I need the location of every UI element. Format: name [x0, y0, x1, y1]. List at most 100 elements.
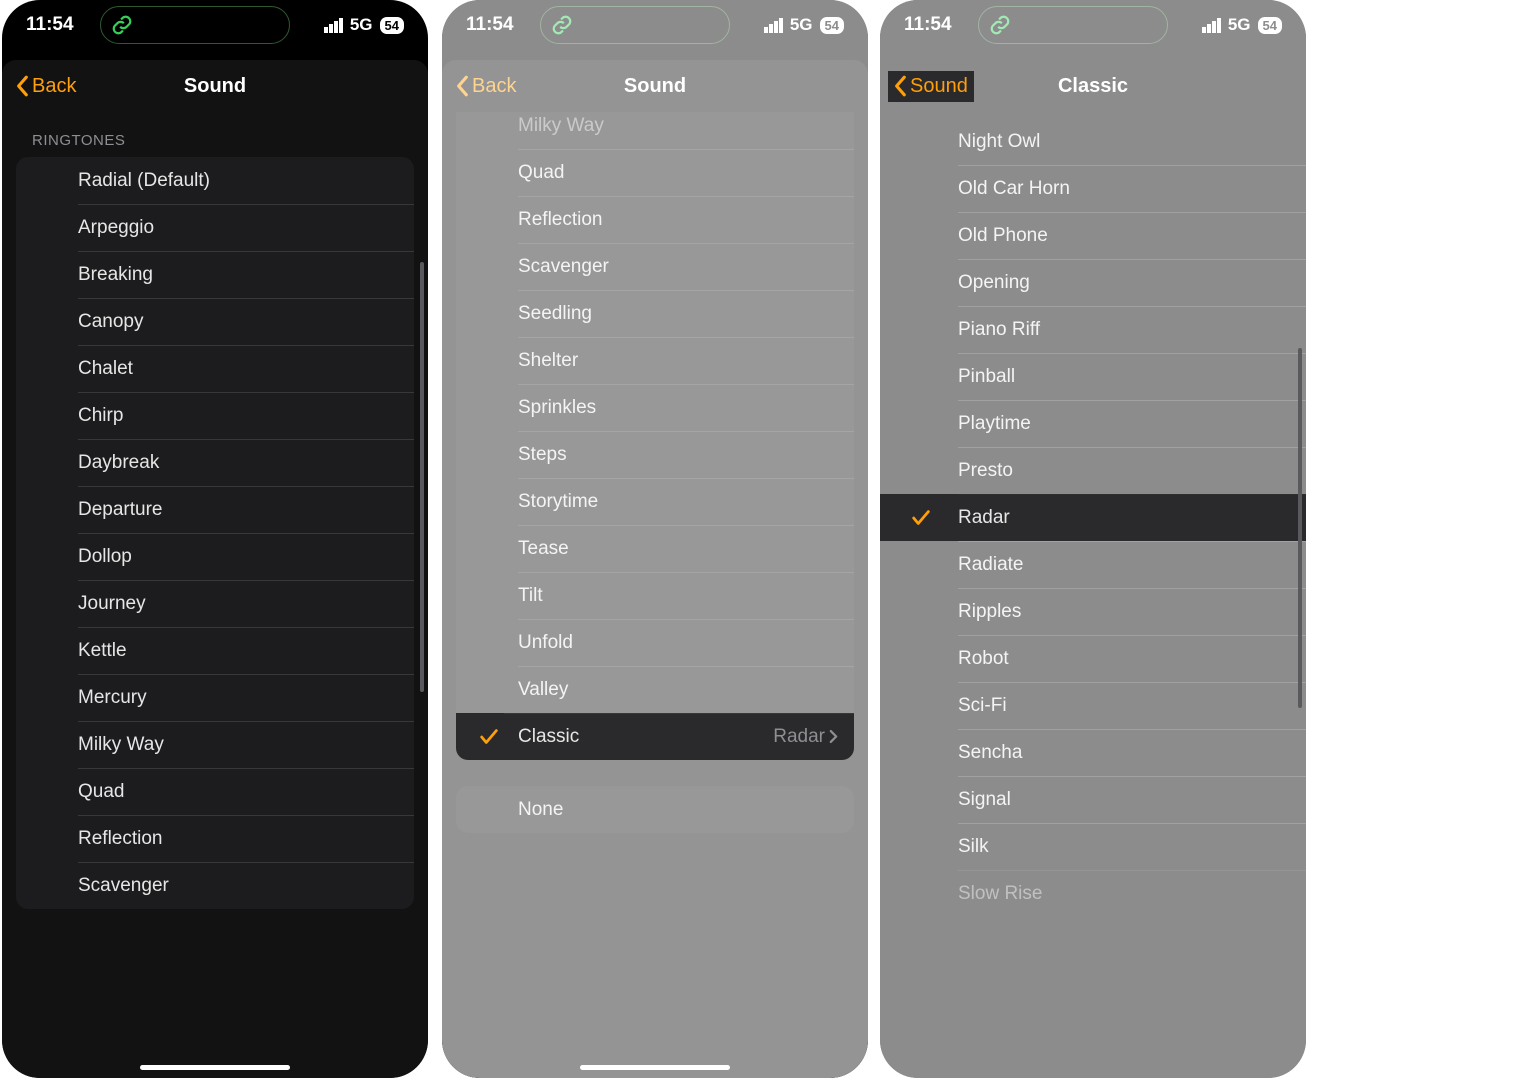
settings-sheet: Back Sound RINGTONES Radial (Default) Ar…	[2, 60, 428, 1078]
home-indicator[interactable]	[140, 1065, 290, 1070]
nav-bar: Back Sound	[2, 60, 428, 112]
classic-row[interactable]: Signal	[880, 776, 1306, 823]
classic-row[interactable]: Silk	[880, 823, 1306, 870]
ringtone-row[interactable]: Chirp	[16, 392, 414, 439]
ringtone-row[interactable]: Storytime	[456, 478, 854, 525]
home-indicator[interactable]	[580, 1065, 730, 1070]
ringtone-row[interactable]: Kettle	[16, 627, 414, 674]
classic-row[interactable]: Pinball	[880, 353, 1306, 400]
classic-row[interactable]: Playtime	[880, 400, 1306, 447]
link-icon	[111, 14, 133, 36]
ringtone-row[interactable]: Departure	[16, 486, 414, 533]
ringtone-row[interactable]: Quad	[456, 149, 854, 196]
ringtone-row[interactable]: Milky Way	[16, 721, 414, 768]
status-bar: 11:54 5G 54	[2, 0, 428, 50]
classic-row[interactable]: Sencha	[880, 729, 1306, 776]
ringtones-list: Radial (Default) Arpeggio Breaking Canop…	[16, 157, 414, 909]
ringtone-row[interactable]: Reflection	[16, 815, 414, 862]
chevron-left-icon	[894, 75, 908, 97]
ringtone-row[interactable]: Reflection	[456, 196, 854, 243]
ringtone-row[interactable]: Canopy	[16, 298, 414, 345]
battery-icon: 54	[820, 17, 844, 34]
phone-screen-2: 11:54 5G 54 Back Sound Milky Way Quad Re…	[442, 0, 868, 1078]
classic-row[interactable]: Opening	[880, 259, 1306, 306]
ringtone-row[interactable]: Sprinkles	[456, 384, 854, 431]
classic-row-selected[interactable]: Radar	[880, 494, 1306, 541]
section-header-ringtones: RINGTONES	[2, 112, 428, 157]
battery-icon: 54	[1258, 17, 1282, 34]
ringtone-row[interactable]: Tease	[456, 525, 854, 572]
status-bar: 11:54 5G 54	[880, 0, 1306, 50]
check-icon	[478, 726, 500, 748]
ringtone-row[interactable]: Unfold	[456, 619, 854, 666]
ringtone-row[interactable]: Quad	[16, 768, 414, 815]
nav-bar: Back Sound	[442, 60, 868, 112]
check-icon	[910, 507, 932, 529]
ringtone-row[interactable]: Daybreak	[16, 439, 414, 486]
classic-row[interactable]: Slow Rise	[880, 870, 1306, 917]
ringtone-row[interactable]: Steps	[456, 431, 854, 478]
classic-row[interactable]: Piano Riff	[880, 306, 1306, 353]
status-network: 5G	[350, 15, 373, 35]
ringtone-row[interactable]: Journey	[16, 580, 414, 627]
classic-row[interactable]: Robot	[880, 635, 1306, 682]
ringtone-row[interactable]: Seedling	[456, 290, 854, 337]
back-button[interactable]: Back	[450, 71, 522, 102]
chevron-left-icon	[16, 75, 30, 97]
battery-icon: 54	[380, 17, 404, 34]
ringtone-row[interactable]: Breaking	[16, 251, 414, 298]
ringtone-row[interactable]: Radial (Default)	[16, 157, 414, 204]
ringtone-row[interactable]: Scavenger	[456, 243, 854, 290]
signal-icon	[764, 18, 783, 33]
classic-label: Classic	[518, 726, 579, 748]
classic-row[interactable]: Sci-Fi	[880, 682, 1306, 729]
ringtone-row[interactable]: Tilt	[456, 572, 854, 619]
phone-screen-3: 11:54 5G 54 Sound Classic Night Owl Old …	[880, 0, 1306, 1078]
ringtone-row[interactable]: Arpeggio	[16, 204, 414, 251]
status-time: 11:54	[466, 14, 514, 36]
classic-row[interactable]: Ripples	[880, 588, 1306, 635]
ringtone-row[interactable]: Chalet	[16, 345, 414, 392]
none-list: None	[456, 786, 854, 833]
classic-row[interactable]: Presto	[880, 447, 1306, 494]
ringtone-row[interactable]: Dollop	[16, 533, 414, 580]
scroll-indicator[interactable]	[420, 262, 424, 692]
chevron-left-icon	[456, 75, 470, 97]
classic-detail: Radar	[773, 726, 825, 748]
ringtone-row[interactable]: Shelter	[456, 337, 854, 384]
scroll-indicator[interactable]	[1298, 348, 1302, 708]
classic-list-container: Night Owl Old Car Horn Old Phone Opening…	[880, 118, 1306, 1078]
classic-row[interactable]: Night Owl	[880, 118, 1306, 165]
back-label: Back	[32, 75, 76, 98]
classic-row[interactable]: Old Phone	[880, 212, 1306, 259]
status-network: 5G	[790, 15, 813, 35]
status-bar: 11:54 5G 54	[442, 0, 868, 50]
status-time: 11:54	[26, 14, 74, 36]
settings-sheet: Back Sound Milky Way Quad Reflection Sca…	[442, 60, 868, 1078]
ringtone-row[interactable]: Scavenger	[16, 862, 414, 909]
ringtone-row[interactable]: Mercury	[16, 674, 414, 721]
dynamic-island[interactable]	[540, 6, 730, 44]
none-row[interactable]: None	[456, 786, 854, 833]
dynamic-island[interactable]	[978, 6, 1168, 44]
back-button[interactable]: Back	[10, 71, 82, 102]
back-label: Back	[472, 75, 516, 98]
nav-bar: Sound Classic	[880, 60, 1306, 112]
classic-row[interactable]: Radiate	[880, 541, 1306, 588]
link-icon	[551, 14, 573, 36]
status-time: 11:54	[904, 14, 952, 36]
classic-row[interactable]: Old Car Horn	[880, 165, 1306, 212]
ringtone-row[interactable]: Valley	[456, 666, 854, 713]
link-icon	[989, 14, 1011, 36]
classic-list: Night Owl Old Car Horn Old Phone Opening…	[880, 118, 1306, 917]
classic-row[interactable]: Classic Radar	[456, 713, 854, 760]
signal-icon	[324, 18, 343, 33]
phone-screen-1: 11:54 5G 54 Back Sound RINGTONES Radial …	[2, 0, 428, 1078]
back-label: Sound	[910, 75, 968, 98]
ringtones-list: Milky Way Quad Reflection Scavenger Seed…	[456, 112, 854, 760]
back-button[interactable]: Sound	[888, 71, 974, 102]
chevron-right-icon	[829, 729, 838, 744]
dynamic-island[interactable]	[100, 6, 290, 44]
signal-icon	[1202, 18, 1221, 33]
ringtone-row[interactable]: Milky Way	[456, 112, 854, 149]
